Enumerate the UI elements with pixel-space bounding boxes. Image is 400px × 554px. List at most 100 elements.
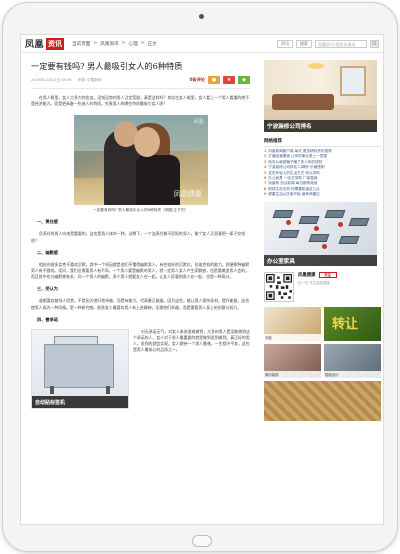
breadcrumb-sep: > [93,40,98,46]
list-item-num: 4 [264,165,267,170]
sidebar: 宁波装修公司排名 网络推荐 1 凤凰新闻客户端 每天 更多精彩资讯推荐 2 打通经营… [264,53,381,524]
search-tab-button[interactable]: 搜索 [296,39,312,48]
follow-button[interactable]: 关注 [318,271,337,278]
star-icon: ★ [226,77,232,83]
article-title: 一定要有钱吗? 男人最吸引女人的6种特质 [31,61,183,71]
section-heading: 二、幽默感 [37,249,58,255]
ad-tile-caption: 天能 [264,333,321,341]
site-logo-tag[interactable]: 资讯 [46,37,65,50]
list-item-text: 他怎么就被骗子骗了多少年的钱财 [268,159,323,164]
home-button[interactable] [192,535,212,547]
ad-desk [278,229,300,238]
search-icon [372,41,377,46]
list-item-text: 健康生活从饮食开始 营养师建议 [268,192,320,197]
list-item-text: 这些年轻人的生活方式 你认同吗 [268,170,320,175]
search-input[interactable]: 凤凰资讯 搜索关键词 [315,39,367,48]
labeling-machine-ad[interactable]: 自动贴标签机 [31,328,129,409]
ad-desk [324,209,346,218]
news-channel-button[interactable]: 资讯 [277,39,293,48]
header-tools: 资讯 搜索 凤凰资讯 搜索关键词 [277,39,379,48]
list-item-text: 打通经营渠道 让你的事业更上一层楼 [268,154,327,159]
follow-subtitle: 扫一扫 关注凤凰健康 [298,280,330,285]
breadcrumb-sep: > [121,40,126,46]
list-item-num: 8 [264,186,267,191]
article-source: 来源: 中国新网 [77,77,102,82]
breadcrumb-item: 正文 [147,41,157,47]
article-meta: 2016年12月02日 08:46 来源: 中国新网 0条评论 ● ★ ◆ [31,76,250,84]
search-button[interactable] [370,39,379,48]
ad-desk [298,215,320,224]
article-column: 一定要有钱吗? 男人最吸引女人的6种特质 2016年12月02日 08:46 来… [21,53,257,524]
section-with-ad: 自动贴标签机 对无承诺无气，对女人来说很难做到，大多的男人是没能做到这个承诺的人… [31,328,250,409]
section-text: 谁都喜欢被别人欣赏，不是因为他行他卓越，而是有能力。代表着正能量。因为这些，能让… [31,298,250,310]
follow-name: 凤凰健康 [298,272,316,278]
section-heading: 三、受认为 [37,286,58,292]
ad-chair [338,221,343,227]
section-text: 对无承诺无气，对女人来说很难做到，大多的男人是没能做到这个承诺的人。女人对于男人… [133,328,250,353]
comment-count[interactable]: 0条评论 [190,77,205,83]
list-item-num: 2 [264,154,267,159]
site-logo[interactable]: 凤凰 [25,37,44,50]
ad-room-window [340,66,366,96]
ad-tile-big-text: 转让 [332,316,359,332]
article-photo: 凤凰 凤凰健康 [73,115,208,206]
decoration-ad[interactable]: 宁波装修公司排名 [264,60,377,132]
section-text: 相处的很多女性不喜欢沉默，其中一个原因就是他们不懂得幽默男人。有些较好的沉默位，… [31,261,250,280]
article-actions: 0条评论 ● ★ ◆ [190,76,250,84]
bottom-ad-image[interactable] [264,380,381,421]
browser-screen: 凤凰 资讯 当前页面 > 凤凰资讯 > 心理 > 正文 资讯 搜索 凤凰资讯 搜… [20,34,384,525]
ad-tile[interactable]: 转让 [324,306,381,341]
tablet-frame: 凤凰 资讯 当前页面 > 凤凰资讯 > 心理 > 正文 资讯 搜索 凤凰资讯 搜… [2,2,398,552]
breadcrumb-item: 当前页面 [72,41,91,47]
camera-dot [199,14,204,19]
list-item-num: 3 [264,159,267,164]
decoration-ad-caption: 宁波装修公司排名 [264,120,377,132]
list-item[interactable]: 9 健康生活从饮食开始 营养师建议 [264,192,381,197]
follow-title: 凤凰健康 关注 [298,271,381,278]
ad-chair [286,219,291,225]
list-item-text: 凤凰网 热点新闻 每日推荐阅读 [268,181,318,186]
machine-leg [50,385,54,394]
breadcrumb-sep: > [140,40,145,46]
list-item-text: 凤凰新闻客户端 每天 更多精彩资讯推荐 [268,149,332,153]
section-heading: 四、善承诺 [37,316,58,322]
article-intro: 在男人眼里，女人大多为何金女。没钱没势的男人注定悲剧，真是这样吗？其实在女人眼里… [31,95,250,107]
list-item-num: 7 [264,181,267,186]
ad-desk [338,235,360,244]
machine-body [44,343,114,388]
recommend-list: 1 凤凰新闻客户端 每天 更多精彩资讯推荐 2 打通经营渠道 让你的事业更上一层楼 … [264,149,381,198]
ad-tile[interactable]: 天能 [264,306,321,341]
ad-chair [314,225,319,231]
photo-watermark-top: 凤凰 [193,119,204,126]
section-text: 负责任的男人向来是重要的，这也是男人体的一种。试想下，一个连责任都不愿担的男人，… [31,231,246,243]
photo-caption: 一定要有钱吗? 男人最吸引女人的6种特质（网图/主子们） [92,208,189,213]
ad-desk [348,217,370,226]
ad-desk [308,233,330,242]
site-header: 凤凰 资讯 当前页面 > 凤凰资讯 > 心理 > 正文 资讯 搜索 凤凰资讯 搜… [21,35,383,53]
ad-tile-caption: 智能设计 [324,370,381,378]
breadcrumb: 当前页面 > 凤凰资讯 > 心理 > 正文 [72,41,157,47]
weibo-icon: ● [211,77,217,83]
breadcrumb-item[interactable]: 心理 [129,41,138,47]
ad-tile[interactable]: 简约装修 [264,343,321,378]
follow-info: 凤凰健康 关注 扫一扫 关注凤凰健康 [298,271,381,285]
ad-tile-caption: 简约装修 [264,370,321,378]
ad-tile[interactable]: 智能设计 [324,343,381,378]
office-furniture-ad[interactable]: 办公室家具 [264,201,377,266]
share-wechat-button[interactable]: ◆ [238,76,250,84]
share-weibo-button[interactable]: ● [208,76,220,84]
share-qzone-button[interactable]: ★ [223,76,235,84]
ad-desk [272,209,294,218]
wechat-icon: ◆ [242,77,246,83]
recommend-heading: 网络推荐 [264,138,381,147]
ad-room-sofa [272,94,334,110]
section-heading: 一、责任感 [37,219,58,225]
ad-room-lamp [308,63,324,69]
qr-code-icon [264,271,294,302]
photo-watermark: 凤凰健康 [173,190,202,199]
follow-widget: 凤凰健康 关注 扫一扫 关注凤凰健康 [264,271,381,302]
list-item-num: 5 [264,170,267,175]
machine-leg [106,385,110,394]
breadcrumb-item[interactable]: 凤凰资讯 [100,41,118,47]
title-divider [31,88,250,89]
